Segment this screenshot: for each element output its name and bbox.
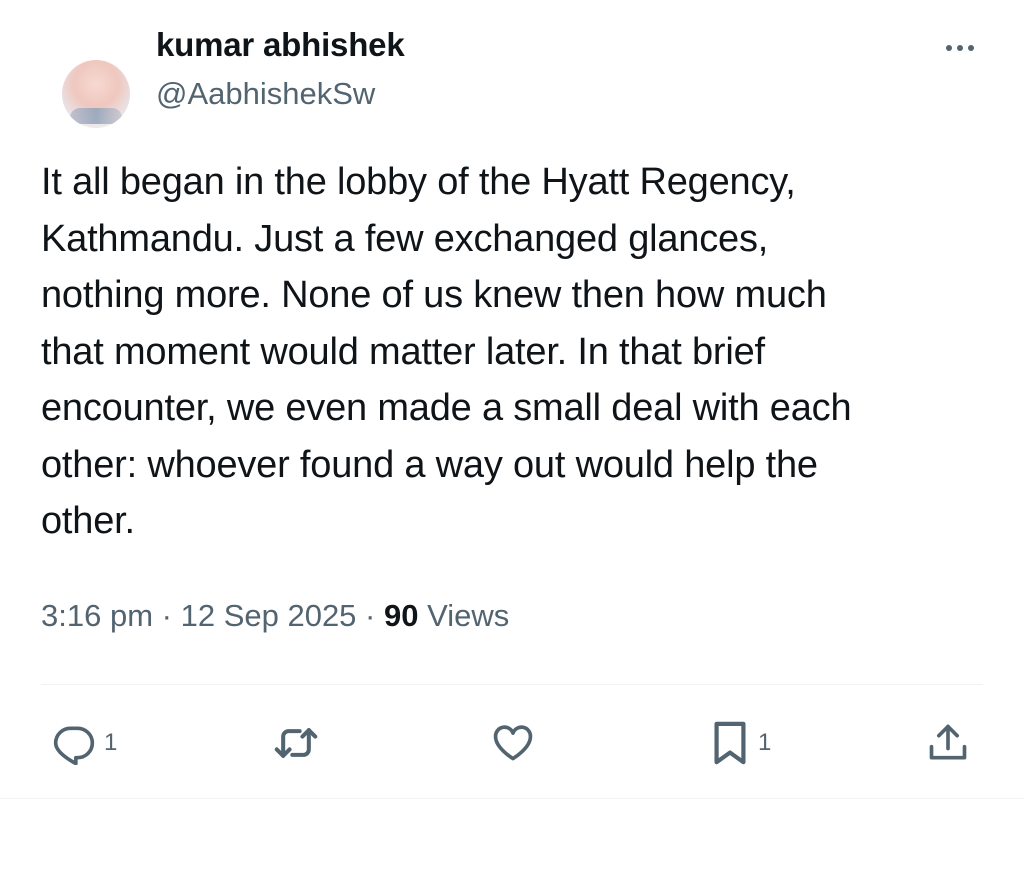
- tweet-meta: 3:16 pm · 12 Sep 2025 · 90 Views: [41, 598, 509, 634]
- share-button[interactable]: [926, 718, 970, 768]
- more-horizontal-icon: [968, 45, 974, 51]
- reply-button[interactable]: 1: [52, 718, 117, 768]
- divider: [41, 684, 983, 685]
- avatar[interactable]: [62, 60, 130, 128]
- views-count: 90: [384, 598, 419, 633]
- tweet-text: It all began in the lobby of the Hyatt R…: [41, 161, 852, 542]
- author-handle[interactable]: @AabhishekSw: [156, 76, 375, 112]
- tweet-date[interactable]: 12 Sep 2025: [181, 598, 357, 633]
- more-horizontal-icon: [946, 45, 952, 51]
- divider: [0, 798, 1024, 799]
- heart-icon: [493, 725, 533, 761]
- views-label: Views: [427, 598, 510, 633]
- reply-icon: [53, 726, 95, 765]
- bookmark-count: 1: [758, 729, 772, 756]
- author-display-name[interactable]: kumar abhishek: [156, 26, 405, 64]
- meta-separator: ·: [365, 598, 376, 633]
- bookmark-icon: [714, 721, 746, 765]
- meta-separator: ·: [161, 598, 172, 633]
- more-horizontal-icon: [957, 45, 963, 51]
- retweet-icon: [274, 728, 318, 758]
- avatar-figure: [70, 108, 122, 124]
- tweet-time[interactable]: 3:16 pm: [41, 598, 153, 633]
- share-icon: [929, 724, 967, 760]
- retweet-button[interactable]: [270, 718, 322, 768]
- reply-count: 1: [104, 729, 118, 756]
- more-options-button[interactable]: [940, 38, 980, 58]
- bookmark-button[interactable]: 1: [710, 718, 771, 768]
- like-button[interactable]: [490, 718, 536, 768]
